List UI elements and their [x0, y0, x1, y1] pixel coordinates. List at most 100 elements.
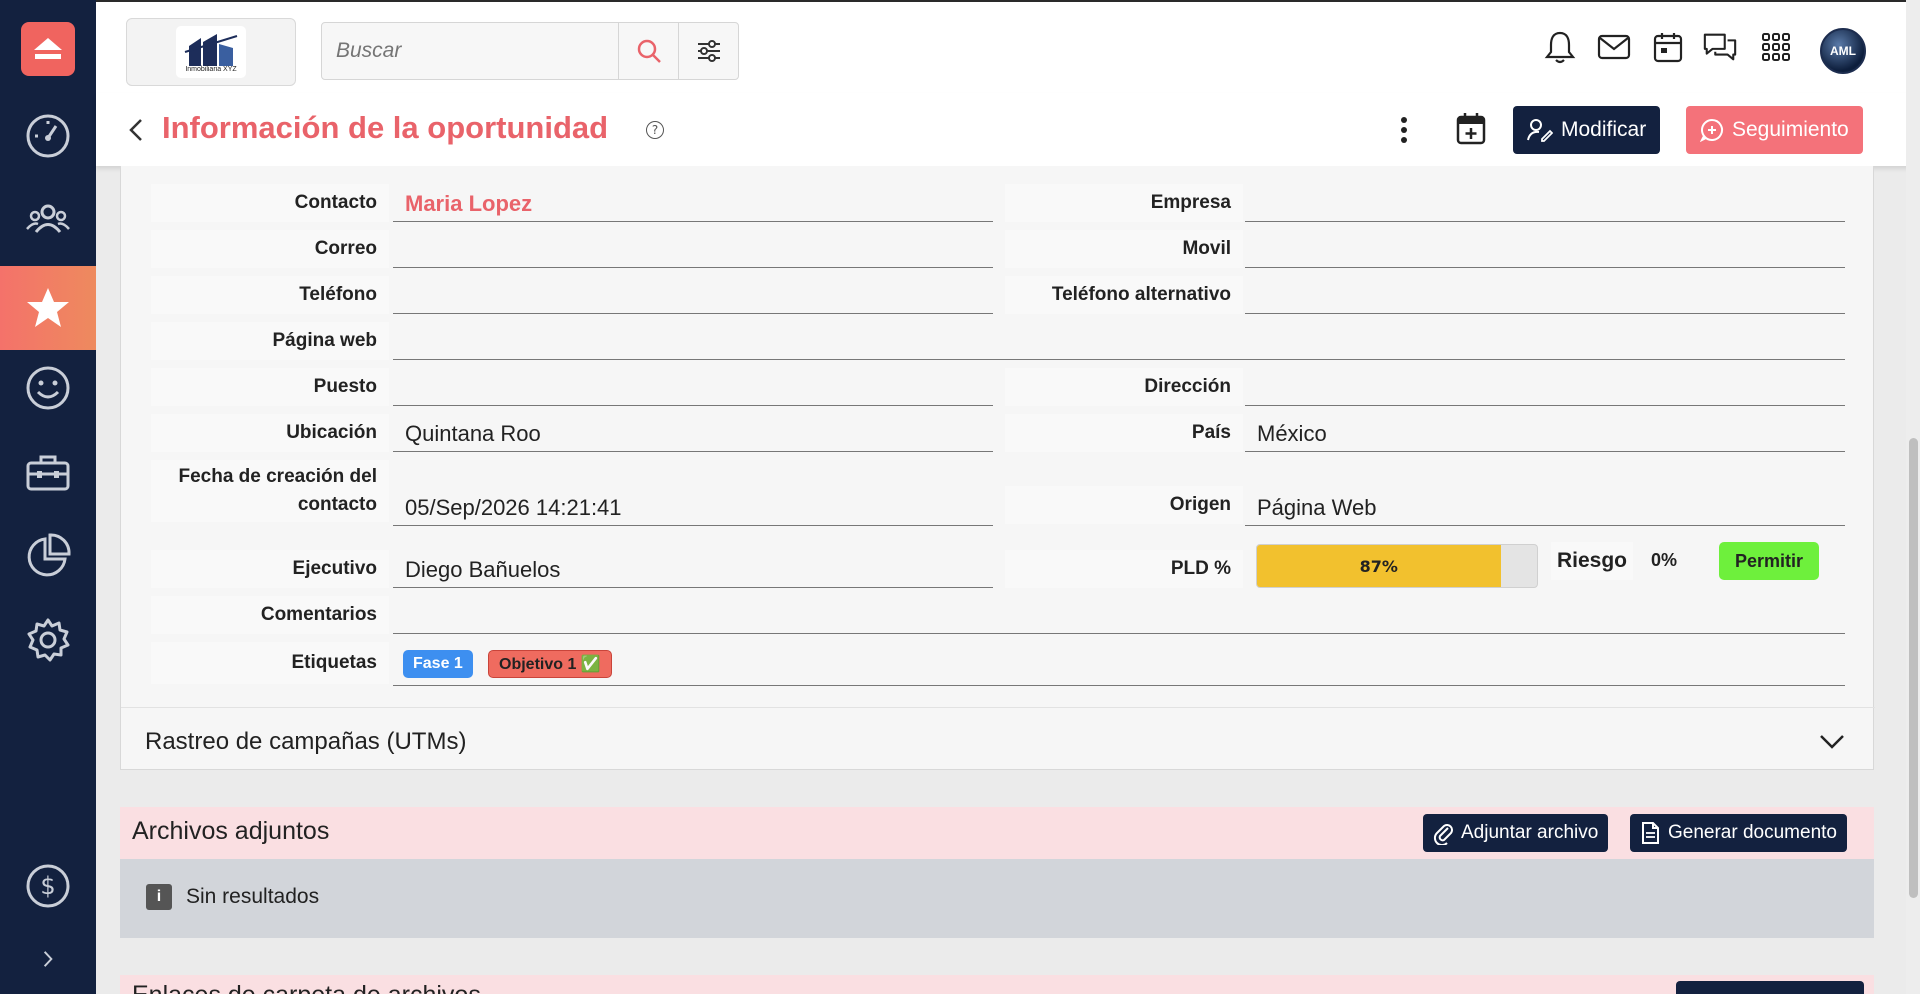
star-icon: [27, 288, 69, 327]
chevron-down-icon: [1820, 735, 1844, 749]
fecha-creacion-label: Fecha de creación del contacto: [151, 460, 389, 522]
generate-document-button[interactable]: Generar documento: [1630, 814, 1847, 852]
app-logo-button[interactable]: [21, 22, 75, 76]
pagina-web-label: Página web: [151, 322, 389, 360]
nav-tools[interactable]: [0, 430, 96, 514]
nav-opportunities[interactable]: [0, 266, 96, 350]
messages-button[interactable]: [1596, 29, 1632, 65]
attachments-header: Archivos adjuntos Adjuntar archivo Gener…: [120, 807, 1874, 859]
tag-objetivo-1[interactable]: Objetivo 1 ✅: [488, 650, 612, 678]
direccion-value: [1245, 366, 1845, 406]
direccion-label: Dirección: [1005, 368, 1243, 406]
building-icon: [184, 33, 238, 66]
utm-section-title[interactable]: Rastreo de campañas (UTMs): [145, 728, 466, 756]
next-section-header: Enlaces de carpeta de archivos: [120, 975, 1874, 994]
empty-state-text: Sin resultados: [186, 885, 320, 908]
attach-file-button[interactable]: Adjuntar archivo: [1423, 814, 1609, 852]
calendar-icon: [1653, 33, 1683, 63]
document-icon: [1642, 822, 1659, 844]
next-section-button[interactable]: [1676, 981, 1864, 994]
users-icon: [26, 204, 70, 233]
brand-logo-image: Inmobiliaria XYZ: [176, 26, 246, 78]
puesto-label: Puesto: [151, 368, 389, 406]
chevron-up-icon: [34, 38, 62, 59]
expand-sidebar[interactable]: [0, 918, 96, 994]
followup-label: Seguimiento: [1732, 118, 1849, 141]
tag-fase-1[interactable]: Fase 1: [403, 650, 473, 678]
empresa-label: Empresa: [1005, 184, 1243, 222]
gauge-icon: [26, 114, 70, 158]
nav-contacts[interactable]: [0, 178, 96, 262]
brand-name: Inmobiliaria XYZ: [185, 65, 237, 73]
paperclip-icon: [1433, 824, 1453, 845]
calendar-button[interactable]: [1650, 29, 1686, 65]
apps-button[interactable]: [1758, 29, 1794, 65]
comentarios-value: [393, 594, 1845, 634]
origen-value: Página Web: [1245, 484, 1845, 526]
bell-icon: [1544, 31, 1576, 64]
followup-button[interactable]: Seguimiento: [1686, 106, 1863, 154]
mail-icon: [1597, 34, 1631, 60]
correo-value: [393, 228, 993, 268]
pld-label: PLD %: [1005, 550, 1243, 588]
nav-settings[interactable]: [0, 598, 96, 682]
empty-state: i Sin resultados: [146, 884, 319, 910]
movil-value: [1245, 228, 1845, 268]
telefono-alt-label: Teléfono alternativo: [1005, 276, 1243, 314]
pais-value: México: [1245, 412, 1845, 452]
user-avatar[interactable]: AML: [1820, 28, 1866, 74]
page-title: Información de la oportunidad: [162, 110, 609, 145]
ejecutivo-label: Ejecutivo: [151, 550, 389, 588]
utm-toggle[interactable]: [1819, 734, 1845, 754]
nav-clients[interactable]: [0, 346, 96, 430]
contacto-value[interactable]: Maria Lopez: [393, 182, 993, 222]
brand-logo[interactable]: Inmobiliaria XYZ: [126, 18, 296, 86]
fecha-creacion-value: 05/Sep/2026 14:21:41: [393, 484, 993, 526]
svg-text:$: $: [40, 872, 55, 900]
riesgo-value: 0%: [1650, 550, 1677, 570]
pie-chart-icon: [27, 533, 71, 577]
nav-reports[interactable]: [0, 514, 96, 598]
attachments-title: Archivos adjuntos: [132, 817, 330, 845]
scrollbar-thumb[interactable]: [1909, 438, 1918, 898]
pais-label: País: [1005, 414, 1243, 452]
chat-icon: [1703, 33, 1737, 61]
modify-button[interactable]: Modificar: [1513, 106, 1661, 154]
chevron-left-icon: [129, 119, 142, 141]
pld-progress-bar: 87%: [1256, 544, 1538, 588]
nav-dashboard[interactable]: [0, 94, 96, 178]
riesgo-label: Riesgo: [1551, 542, 1633, 580]
correo-label: Correo: [151, 230, 389, 268]
movil-label: Movil: [1005, 230, 1243, 268]
origen-label: Origen: [1005, 486, 1243, 524]
dollar-icon: $: [26, 864, 70, 908]
chat-button[interactable]: [1702, 29, 1738, 65]
telefono-alt-value: [1245, 274, 1845, 314]
top-bar: Inmobiliaria XYZ AML: [96, 0, 1920, 93]
empresa-value: [1245, 182, 1845, 222]
notifications-button[interactable]: [1542, 29, 1578, 65]
ejecutivo-value: Diego Bañuelos: [393, 548, 993, 588]
chevron-right-icon: [43, 951, 53, 967]
nav-billing[interactable]: $: [0, 844, 96, 928]
chat-plus-icon: [1700, 118, 1723, 142]
page-header: Información de la oportunidad ? Modifica…: [96, 93, 1920, 166]
calendar-plus-icon: [1456, 113, 1486, 145]
opportunity-details-card: Contacto Maria Lopez Empresa Correo Movi…: [120, 166, 1875, 770]
help-icon[interactable]: ?: [646, 121, 664, 139]
permitir-badge[interactable]: Permitir: [1719, 542, 1819, 580]
ubicacion-value: Quintana Roo: [393, 412, 993, 452]
ubicacion-label: Ubicación: [151, 414, 389, 452]
search-button[interactable]: [618, 23, 678, 79]
info-icon: i: [146, 884, 172, 910]
generate-document-label: Generar documento: [1668, 822, 1837, 843]
next-section-title: Enlaces de carpeta de archivos: [132, 981, 481, 994]
filter-button[interactable]: [678, 23, 738, 79]
more-options-button[interactable]: [1396, 115, 1412, 149]
smiley-icon: [26, 366, 70, 410]
add-event-button[interactable]: [1456, 111, 1486, 149]
sidebar: $: [0, 0, 96, 994]
etiquetas-label: Etiquetas: [151, 642, 389, 684]
search-input[interactable]: [322, 23, 618, 79]
back-button[interactable]: [126, 117, 146, 147]
